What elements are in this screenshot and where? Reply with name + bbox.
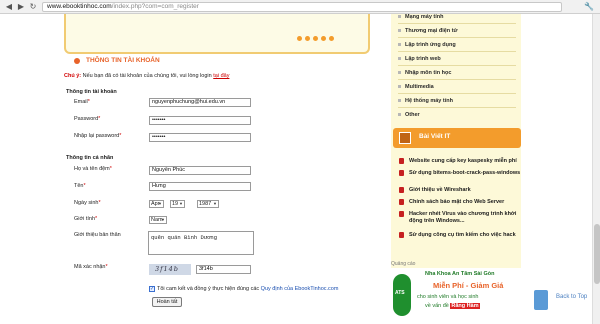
divider xyxy=(398,107,516,108)
article-item[interactable]: Website cung cấp key kaspesky miễn phí xyxy=(399,158,521,165)
article-item[interactable]: Sử dụng công cụ tìm kiếm cho việc hack xyxy=(399,232,521,239)
forward-icon[interactable]: ▶ xyxy=(16,2,26,12)
gender-select[interactable]: Nam ▼ xyxy=(149,216,167,224)
articles-box-title: Bài Viết IT xyxy=(419,133,451,140)
divider xyxy=(398,93,516,94)
note-label: Chú ý: xyxy=(64,73,82,79)
terms-link[interactable]: Quy định của EbookTinhoc.com xyxy=(261,286,339,292)
login-note: Chú ý: Nếu bạn đã có tài khoản của chúng… xyxy=(64,73,229,79)
article-item[interactable]: Giới thiệu về Wireshark xyxy=(399,187,521,194)
divider xyxy=(398,51,516,52)
account-heading: Thông tin tài khoản xyxy=(66,89,117,95)
personal-heading: Thông tin cá nhân xyxy=(66,155,114,161)
slide-dots xyxy=(297,36,334,41)
repassword-field[interactable]: ••••••• xyxy=(149,133,251,142)
book-icon xyxy=(399,132,411,144)
chevron-down-icon: ▼ xyxy=(213,201,217,206)
browser-toolbar: ◀ ▶ ↻ www.ebooktinhoc.com/index.php?com=… xyxy=(0,0,600,14)
agree-text: Tôi cam kết và đồng ý thực hiện đúng các… xyxy=(157,286,339,292)
chevron-down-icon: ▼ xyxy=(158,201,162,206)
category-lap-trinh-web[interactable]: Lập trình web xyxy=(398,56,441,62)
divider xyxy=(398,37,516,38)
article-item[interactable]: Chính sách bảo mật cho Web Server xyxy=(399,199,521,206)
firstname-field[interactable]: Hưng xyxy=(149,182,251,191)
ad-line3: cho sinh viên và học sinh xyxy=(417,294,479,300)
login-link[interactable]: tại đây xyxy=(213,73,229,79)
gender-label: Giới tính* xyxy=(74,216,98,222)
divider xyxy=(398,23,516,24)
category-nhap-mon-tin-hoc[interactable]: Nhập môn tin học xyxy=(398,70,451,76)
repassword-label: Nhập lại password* xyxy=(74,133,122,139)
back-icon[interactable]: ◀ xyxy=(4,2,14,12)
submit-button[interactable]: Hoàn tất xyxy=(152,297,182,307)
dob-year-select[interactable]: 1987 ▼ xyxy=(197,200,219,208)
lastname-label: Họ và tên đệm* xyxy=(74,166,112,172)
pdf-icon xyxy=(399,199,404,205)
category-mang-may-tinh[interactable]: Mạng máy tính xyxy=(398,14,444,20)
divider xyxy=(398,65,516,66)
category-he-thong-may-tinh[interactable]: Hệ thống máy tính xyxy=(398,98,453,104)
article-item[interactable]: Sử dụng bitems-boot-crack-pass-windows xyxy=(399,170,521,177)
bio-label: Giới thiệu bản thân xyxy=(74,232,121,238)
firstname-label: Tên* xyxy=(74,183,86,189)
ad-banner[interactable]: ATS Nha Khoa An Tâm Sài Gòn Miễn Phí - G… xyxy=(391,268,521,324)
bio-textarea[interactable]: quên quán Bình Dương xyxy=(148,231,254,255)
slideshow-box xyxy=(64,14,370,54)
captcha-label: Mã xác nhận* xyxy=(74,264,108,270)
slide-dot[interactable] xyxy=(329,36,334,41)
email-field[interactable]: nguyenphuchung@hui.edu.vn xyxy=(149,98,251,107)
divider xyxy=(398,79,516,80)
back-to-top-icon[interactable] xyxy=(534,290,548,310)
url-domain: www.ebooktinhoc.com xyxy=(47,3,112,10)
pdf-icon xyxy=(399,232,404,238)
chevron-down-icon: ▼ xyxy=(161,217,165,222)
url-path: /index.php?com=com_register xyxy=(111,3,199,10)
section-heading: THÔNG TIN TÀI KHOẢN xyxy=(62,55,374,69)
scrollbar[interactable] xyxy=(592,14,600,324)
ad-logo-text: ATS xyxy=(395,290,405,296)
email-label: Email* xyxy=(74,99,90,105)
captcha-field[interactable]: 3f14b xyxy=(196,265,251,274)
ad-line2: Miễn Phí - Giảm Giá xyxy=(433,281,504,290)
slide-dot[interactable] xyxy=(305,36,310,41)
agree-checkbox[interactable]: ✓ xyxy=(149,286,155,292)
category-multimedia[interactable]: Multimedia xyxy=(398,84,434,90)
captcha-image: 3f14b xyxy=(149,264,191,275)
dob-label: Ngày sinh* xyxy=(74,200,101,206)
ad-line4: về vấn đề Răng Hàm xyxy=(425,303,480,309)
chevron-down-icon: ▼ xyxy=(179,201,183,206)
scrollbar-thumb[interactable] xyxy=(594,224,600,284)
ads-label: Quảng cáo xyxy=(391,261,416,267)
address-bar[interactable]: www.ebooktinhoc.com/index.php?com=com_re… xyxy=(42,2,562,12)
section-title: THÔNG TIN TÀI KHOẢN xyxy=(86,57,160,64)
slide-dot[interactable] xyxy=(313,36,318,41)
slide-dot[interactable] xyxy=(321,36,326,41)
back-to-top-label[interactable]: Back to Top xyxy=(556,294,587,301)
pdf-icon xyxy=(399,170,404,176)
category-thuong-mai-dien-tu[interactable]: Thương mại điện tử xyxy=(398,28,458,34)
password-field[interactable]: ••••••• xyxy=(149,116,251,125)
category-lap-trinh-ung-dung[interactable]: Lập trình ứng dụng xyxy=(398,42,456,48)
article-item[interactable]: Hacker nhét Virus vào chương trình khởi … xyxy=(399,211,521,225)
lastname-field[interactable]: Nguyễn Phúc xyxy=(149,166,251,175)
ad-logo: ATS xyxy=(393,274,411,316)
category-other[interactable]: Other xyxy=(398,112,420,118)
pdf-icon xyxy=(399,187,404,193)
articles-box-header: Bài Viết IT xyxy=(393,128,521,148)
pdf-icon xyxy=(399,158,404,164)
password-label: Password* xyxy=(74,116,101,122)
dob-day-select[interactable]: 19 ▼ xyxy=(170,200,185,208)
reload-icon[interactable]: ↻ xyxy=(28,2,38,12)
dob-month-select[interactable]: Apr ▼ xyxy=(149,200,164,208)
pdf-icon xyxy=(399,211,404,217)
bullet-icon xyxy=(74,58,80,64)
wrench-icon[interactable]: 🔧 xyxy=(584,2,594,12)
slide-dot[interactable] xyxy=(297,36,302,41)
note-text: Nếu bạn đã có tài khoản của chúng tôi, v… xyxy=(82,73,212,79)
ad-line1: Nha Khoa An Tâm Sài Gòn xyxy=(425,271,495,277)
